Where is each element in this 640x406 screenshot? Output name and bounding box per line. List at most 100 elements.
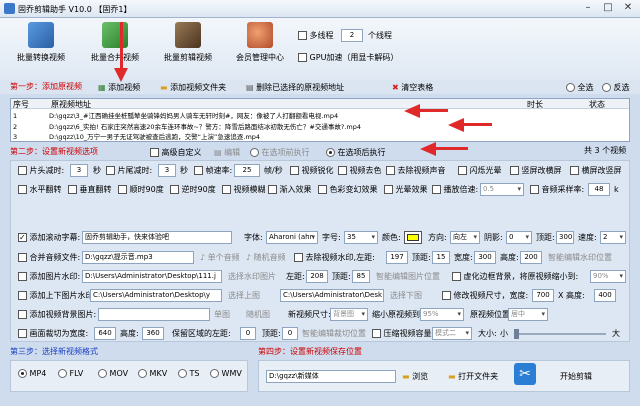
fadein-option[interactable]: 渐入效果	[268, 184, 312, 196]
pw-left-input[interactable]: 208	[306, 270, 328, 283]
head-cut-checkbox[interactable]	[18, 166, 27, 175]
hflip-checkbox[interactable]	[18, 185, 27, 194]
smart-wm-button[interactable]: 智能编辑水印位置	[548, 252, 612, 264]
smart-pic-button[interactable]: 智能编辑图片位置	[376, 271, 440, 283]
fps-checkbox[interactable]	[194, 166, 203, 175]
bg-checkbox[interactable]	[18, 310, 27, 319]
shrink-select[interactable]: 95%	[420, 308, 464, 321]
resize-width-input[interactable]: 700	[532, 289, 554, 302]
head-cut-input[interactable]: 3	[70, 164, 88, 177]
subtitle-option[interactable]: 添加滚动字幕:	[18, 232, 80, 244]
after-exec-option[interactable]: 在选项后执行	[326, 147, 386, 158]
size-select[interactable]: 35	[344, 231, 378, 244]
single-pic-button[interactable]: 单图	[214, 309, 230, 321]
invert-option[interactable]: 反选	[602, 82, 630, 93]
before-exec-radio[interactable]	[250, 148, 259, 157]
fps-input[interactable]: 25	[234, 164, 260, 177]
ccw90-checkbox[interactable]	[170, 185, 179, 194]
sample-checkbox[interactable]	[530, 185, 539, 194]
crop-left-input[interactable]: 0	[240, 327, 256, 340]
format-radio[interactable]	[58, 369, 67, 378]
format-radio[interactable]	[18, 369, 27, 378]
audio-input[interactable]: D:\gqzz\提示音.mp3	[82, 251, 194, 264]
bg-option[interactable]: 添加视频背景图片:	[18, 309, 96, 321]
crop-top-input[interactable]: 0	[282, 327, 298, 340]
select-all-option[interactable]: 全选	[566, 82, 594, 93]
blur-option[interactable]: 视频模糊	[222, 184, 266, 196]
compress-mode-select[interactable]: 模式二	[432, 327, 472, 340]
resize-checkbox[interactable]	[442, 291, 451, 300]
select-all-radio[interactable]	[566, 83, 575, 92]
color-change-checkbox[interactable]	[318, 185, 327, 194]
h2v-checkbox[interactable]	[570, 166, 579, 175]
advanced-option[interactable]: 高级自定义	[150, 147, 202, 158]
crop-width-input[interactable]: 640	[94, 327, 116, 340]
pic-wm-select-button[interactable]: 选择水印图片	[228, 271, 276, 283]
smart-crop-button[interactable]: 智能编辑裁切位置	[302, 328, 366, 340]
format-mp4[interactable]: MP4	[18, 368, 46, 380]
video-table[interactable]: 序号 原视频地址 时长 状态 1 D:\gqzz\3_#江西确挂坐桩瓢辇坐骑锋妈妈…	[10, 98, 630, 142]
flash-checkbox[interactable]	[458, 166, 467, 175]
crop-option[interactable]: 画面裁切为宽度:	[18, 328, 88, 340]
decolor-checkbox[interactable]	[338, 166, 347, 175]
speed2-select[interactable]: 2	[600, 231, 626, 244]
orig-pos-select[interactable]: 居中	[508, 308, 548, 321]
start-button[interactable]: 开始剪辑	[560, 371, 592, 383]
batch-convert-button[interactable]: 批量转换视频	[10, 22, 72, 74]
delete-selected-button[interactable]: ▤ 删除已选择的原视频地址	[246, 82, 344, 93]
close-icon[interactable]: ✕	[618, 2, 638, 15]
tail-cut-input[interactable]: 3	[158, 164, 176, 177]
multithread-option[interactable]: 多线程	[298, 30, 334, 41]
tb-top-input[interactable]: C:\Users\Administrator\Desktop\y	[90, 289, 222, 302]
sharpen-checkbox[interactable]	[290, 166, 299, 175]
vblur-select[interactable]: 90%	[590, 270, 626, 283]
format-radio[interactable]	[138, 369, 147, 378]
h2v-option[interactable]: 横屏改竖屏	[570, 165, 622, 177]
remove-wm-option[interactable]: 去除视频水印,左距:	[294, 252, 375, 264]
format-mkv[interactable]: MKV	[138, 368, 167, 380]
size-slider[interactable]	[514, 329, 606, 339]
minimize-icon[interactable]: –	[578, 2, 598, 15]
subtitle-input[interactable]: 固乔剪辑助手，快来体验吧	[82, 231, 232, 244]
format-flv[interactable]: FLV	[58, 368, 83, 380]
batch-edit-button[interactable]: 批量剪辑视频	[157, 22, 219, 74]
tb-pic-checkbox[interactable]	[18, 291, 27, 300]
member-center-button[interactable]: 会员管理中心	[229, 22, 291, 74]
v2h-checkbox[interactable]	[510, 166, 519, 175]
open-folder-button[interactable]: ▬ 打开文件夹	[448, 371, 498, 383]
resize-height-input[interactable]: 400	[594, 289, 616, 302]
pw-top-input[interactable]: 85	[352, 270, 370, 283]
halo-option[interactable]: 光晕效果	[384, 184, 428, 196]
pic-wm-input[interactable]: D:\Users\Administrator\Desktop\111.j	[82, 270, 222, 283]
format-radio[interactable]	[98, 369, 107, 378]
size-slider-handle[interactable]	[514, 329, 519, 339]
add-folder-button[interactable]: ▬ 添加视频文件夹	[160, 82, 226, 93]
scissors-icon[interactable]: ✂	[514, 363, 536, 385]
compress-checkbox[interactable]	[372, 329, 381, 338]
flash-option[interactable]: 闪烁光晕	[458, 165, 502, 177]
new-size-select[interactable]: 背景图	[330, 308, 368, 321]
format-mov[interactable]: MOV	[98, 368, 128, 380]
add-video-button[interactable]: ▦ 添加视频	[98, 82, 140, 93]
top-input[interactable]: 300	[556, 231, 574, 244]
edit-button[interactable]: ▤ 编辑	[214, 147, 240, 158]
fps-option[interactable]: 帧速率:	[194, 165, 232, 177]
rw-width-input[interactable]: 300	[474, 251, 496, 264]
subtitle-checkbox[interactable]	[18, 232, 27, 244]
invert-radio[interactable]	[602, 83, 611, 92]
compress-option[interactable]: 压缩视频容量	[372, 328, 432, 340]
after-exec-radio[interactable]	[326, 148, 335, 157]
crop-height-input[interactable]: 360	[142, 327, 164, 340]
resize-option[interactable]: 修改视频尺寸，宽度:	[442, 290, 528, 302]
cw90-option[interactable]: 顺时90度	[118, 184, 164, 196]
save-path-input[interactable]: D:\gqzz\新媒体	[266, 370, 396, 383]
format-radio[interactable]	[210, 369, 219, 378]
font-select[interactable]: Aharoni (ahr:	[266, 231, 318, 244]
hflip-option[interactable]: 水平翻转	[18, 184, 62, 196]
bg-input[interactable]	[98, 308, 210, 321]
sharpen-option[interactable]: 视频锐化	[290, 165, 334, 177]
halo-checkbox[interactable]	[384, 185, 393, 194]
format-radio[interactable]	[178, 369, 187, 378]
thread-count-input[interactable]: 2	[341, 29, 363, 42]
clear-table-button[interactable]: ✖ 清空表格	[392, 82, 433, 93]
